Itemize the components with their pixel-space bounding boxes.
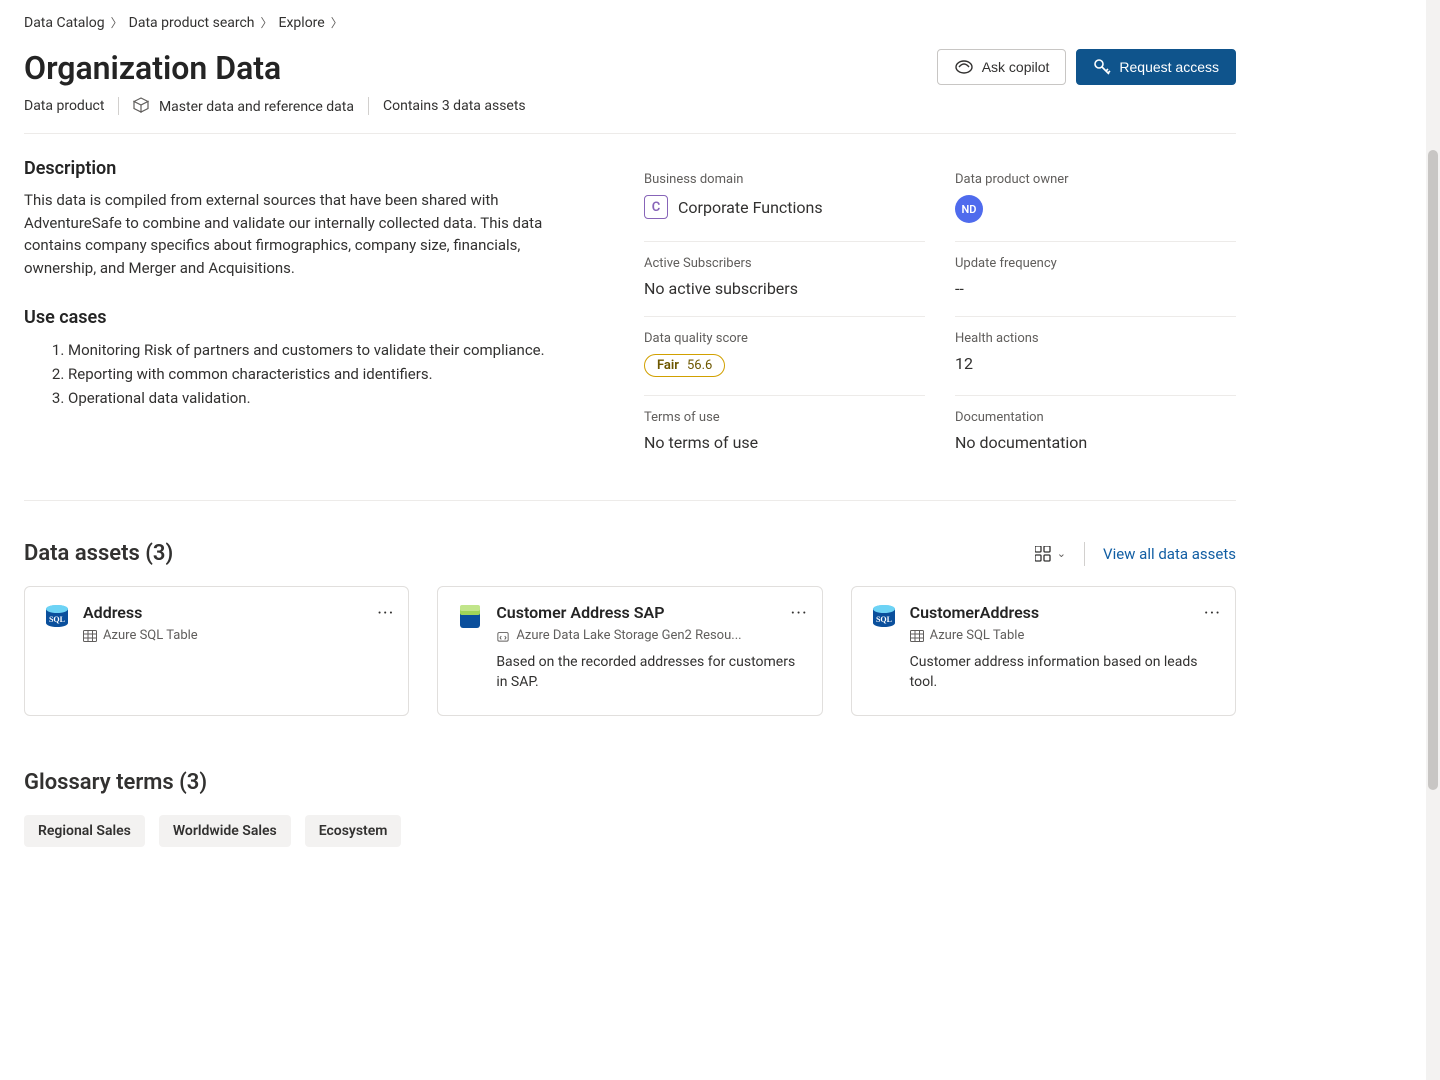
ask-copilot-button[interactable]: Ask copilot xyxy=(937,49,1067,85)
quality-score: 56.6 xyxy=(687,358,712,373)
card-more-button[interactable]: ··· xyxy=(1204,603,1221,624)
glossary-term[interactable]: Worldwide Sales xyxy=(159,815,291,847)
owner-label: Data product owner xyxy=(955,172,1236,187)
chevron-right-icon: 〉 xyxy=(261,14,273,31)
subscribers-label: Active Subscribers xyxy=(644,256,925,271)
card-more-button[interactable]: ··· xyxy=(791,603,808,624)
asset-description: Based on the recorded addresses for cust… xyxy=(496,653,803,692)
frequency-label: Update frequency xyxy=(955,256,1236,271)
description-text: This data is compiled from external sour… xyxy=(24,189,584,279)
data-assets-heading: Data assets (3) xyxy=(24,541,173,566)
description-heading: Description xyxy=(24,158,584,179)
asset-title: Customer Address SAP xyxy=(496,603,803,622)
table-icon xyxy=(910,630,924,642)
breadcrumb-item-catalog[interactable]: Data Catalog xyxy=(24,15,105,31)
terms-label: Terms of use xyxy=(644,410,925,425)
ask-copilot-label: Ask copilot xyxy=(982,59,1050,75)
page-title: Organization Data xyxy=(24,49,526,87)
health-label: Health actions xyxy=(955,331,1236,346)
chevron-right-icon: 〉 xyxy=(331,14,343,31)
divider xyxy=(368,97,369,115)
owner-avatar[interactable]: ND xyxy=(955,195,983,223)
terms-value: No terms of use xyxy=(644,433,925,452)
use-case-item: Operational data validation. xyxy=(68,386,584,410)
business-domain-value: Corporate Functions xyxy=(678,198,823,217)
grid-icon xyxy=(1035,546,1051,562)
copilot-icon xyxy=(954,57,974,77)
subscribers-value: No active subscribers xyxy=(644,279,925,298)
breadcrumb: Data Catalog 〉 Data product search 〉 Exp… xyxy=(0,0,1260,41)
divider xyxy=(1084,542,1085,566)
asset-title: Address xyxy=(83,603,198,622)
resource-icon xyxy=(496,630,510,642)
asset-card[interactable]: ··· Address Azure SQL Table xyxy=(24,586,409,716)
asset-type: Azure Data Lake Storage Gen2 Resou... xyxy=(516,628,741,643)
view-all-assets-link[interactable]: View all data assets xyxy=(1103,545,1236,563)
use-case-item: Reporting with common characteristics an… xyxy=(68,362,584,386)
scrollbar-thumb[interactable] xyxy=(1428,150,1438,790)
chevron-right-icon: 〉 xyxy=(111,14,123,31)
product-type-label: Data product xyxy=(24,98,104,114)
glossary-term[interactable]: Regional Sales xyxy=(24,815,145,847)
asset-type: Azure SQL Table xyxy=(103,628,198,643)
view-toggle[interactable]: ⌄ xyxy=(1035,546,1066,562)
quality-pill: Fair 56.6 xyxy=(644,354,725,377)
use-cases-heading: Use cases xyxy=(24,307,584,328)
request-access-button[interactable]: Request access xyxy=(1076,49,1236,85)
scrollbar-track[interactable] xyxy=(1426,0,1440,1080)
glossary-heading: Glossary terms (3) xyxy=(24,770,1236,795)
card-more-button[interactable]: ··· xyxy=(377,603,394,624)
use-case-item: Monitoring Risk of partners and customer… xyxy=(68,338,584,362)
asset-card[interactable]: ··· Customer Address SAP Azure Data Lake… xyxy=(437,586,822,716)
asset-description: Customer address information based on le… xyxy=(910,653,1217,692)
asset-count-label: Contains 3 data assets xyxy=(383,98,526,114)
table-icon xyxy=(83,630,97,642)
sql-icon xyxy=(43,603,71,631)
asset-type: Azure SQL Table xyxy=(930,628,1025,643)
divider xyxy=(118,97,119,115)
business-domain-label: Business domain xyxy=(644,172,925,187)
docs-value: No documentation xyxy=(955,433,1236,452)
breadcrumb-item-search[interactable]: Data product search xyxy=(129,15,255,31)
sql-icon xyxy=(870,603,898,631)
key-icon xyxy=(1093,58,1111,76)
docs-label: Documentation xyxy=(955,410,1236,425)
domain-badge-icon: C xyxy=(644,195,668,219)
cube-icon xyxy=(133,97,149,113)
health-value: 12 xyxy=(955,354,1236,373)
adls-icon xyxy=(456,603,484,631)
chevron-down-icon: ⌄ xyxy=(1057,547,1066,560)
quality-rating: Fair xyxy=(657,358,679,373)
asset-card[interactable]: ··· CustomerAddress Azure SQL Table Cust… xyxy=(851,586,1236,716)
product-category: Master data and reference data xyxy=(159,99,354,115)
quality-label: Data quality score xyxy=(644,331,925,346)
frequency-value: -- xyxy=(955,279,1236,298)
request-access-label: Request access xyxy=(1119,59,1219,75)
breadcrumb-item-explore[interactable]: Explore xyxy=(279,15,325,31)
asset-title: CustomerAddress xyxy=(910,603,1217,622)
glossary-term[interactable]: Ecosystem xyxy=(305,815,402,847)
